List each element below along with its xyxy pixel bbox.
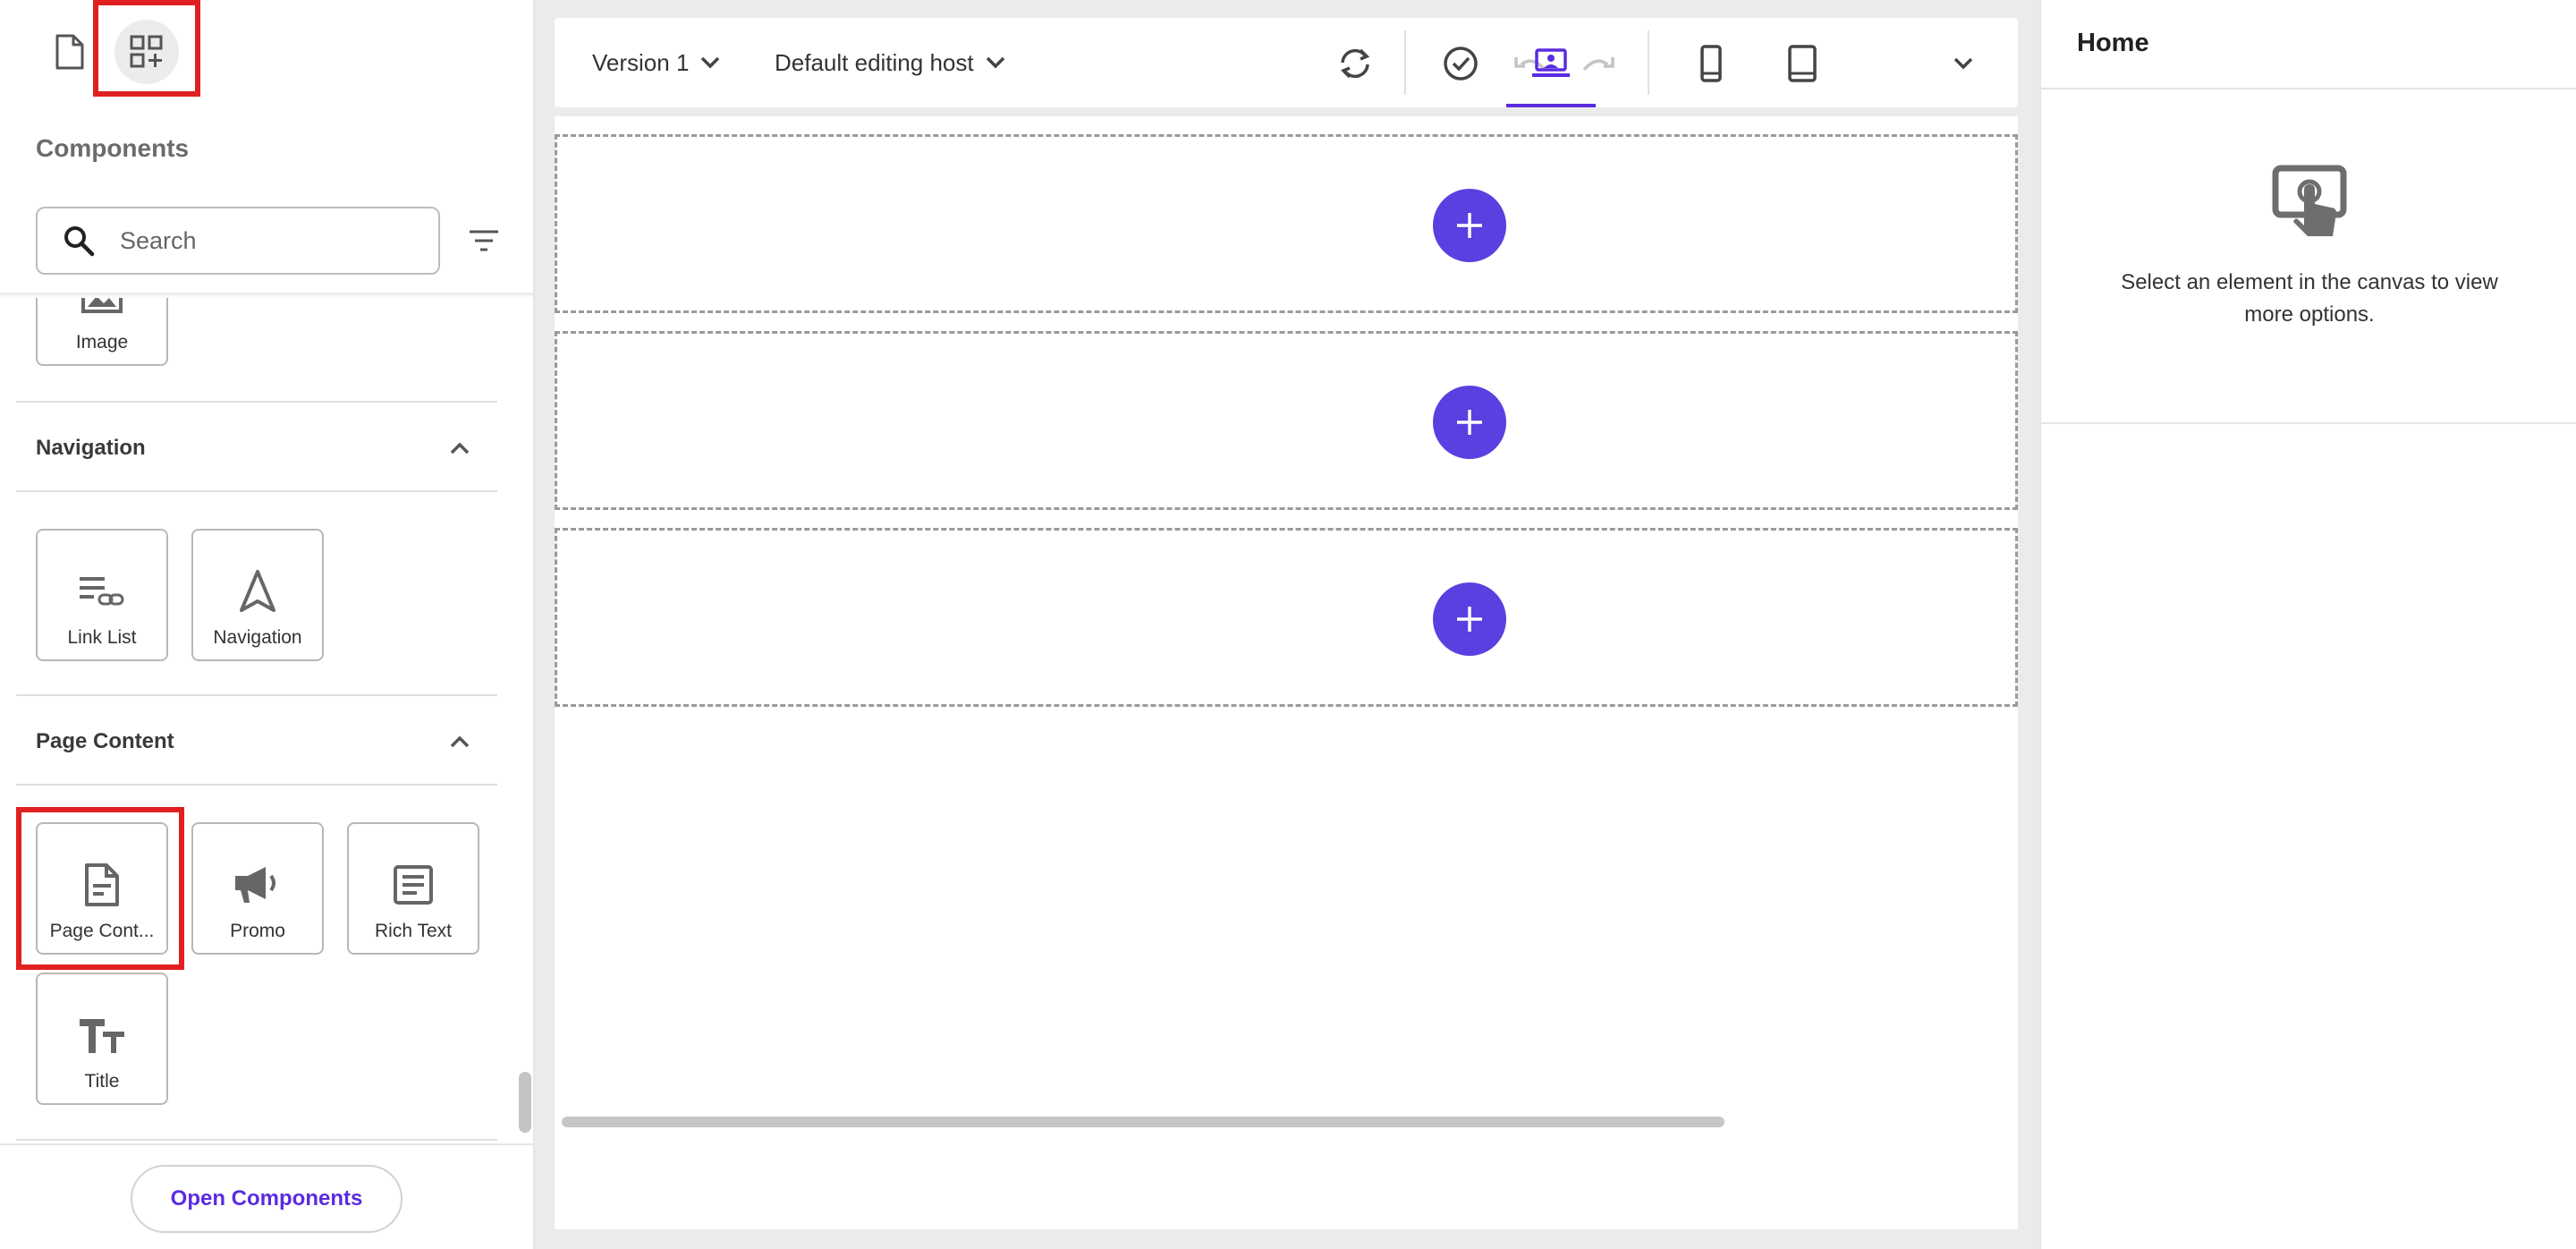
properties-panel: Home Select an element in the canvas to …: [2039, 0, 2576, 1249]
tile-label: Link List: [67, 627, 137, 648]
title-text-icon: [78, 1008, 126, 1062]
component-tile-title[interactable]: Title: [36, 973, 168, 1105]
panel-divider: [2041, 422, 2576, 424]
chevron-up-icon: [450, 442, 470, 455]
editor-toolbar: Version 1 Default editing host: [555, 18, 2018, 107]
filter-icon: [470, 230, 498, 251]
laptop-icon: [1532, 48, 1570, 77]
toolbar-separator: [1404, 30, 1406, 95]
refresh-button[interactable]: [1333, 41, 1377, 86]
editor-area: Version 1 Default editing host: [535, 0, 2039, 1249]
component-list: Image Navigation Link List Navigation Pa…: [0, 298, 533, 1143]
open-components-button[interactable]: Open Components: [131, 1165, 402, 1233]
plus-icon: [1457, 213, 1482, 238]
page-icon: [55, 34, 84, 70]
image-icon: [80, 298, 123, 323]
redo-icon: [1582, 57, 1614, 72]
component-search[interactable]: [36, 207, 440, 275]
component-tile-link-list[interactable]: Link List: [36, 529, 168, 661]
chevron-up-icon: [450, 735, 470, 748]
component-tile-image[interactable]: Image: [36, 298, 168, 366]
device-desktop-button[interactable]: [1529, 41, 1573, 86]
document-icon: [84, 858, 120, 912]
component-tile-promo[interactable]: Promo: [191, 822, 324, 955]
navigation-arrow-icon: [238, 565, 277, 618]
touch-select-icon: [2272, 165, 2347, 236]
tile-label: Image: [75, 332, 129, 353]
category-navigation-heading[interactable]: Navigation: [36, 436, 146, 461]
device-mobile-button[interactable]: [1689, 41, 1733, 86]
component-tile-rich-text[interactable]: Rich Text: [347, 822, 479, 955]
sync-icon: [1340, 48, 1370, 79]
add-component-button[interactable]: [1433, 189, 1506, 262]
canvas-horizontal-scrollbar[interactable]: [562, 1117, 1724, 1127]
editing-host-label: Default editing host: [775, 48, 974, 76]
tile-label: Promo: [230, 921, 285, 941]
plus-icon: [1457, 410, 1482, 435]
plus-icon: [1457, 607, 1482, 632]
panel-divider: [2041, 88, 2576, 89]
toolbar-separator: [1648, 30, 1649, 95]
add-component-button[interactable]: [1433, 386, 1506, 459]
collapse-page-content-button[interactable]: [444, 726, 476, 758]
sidebar-footer: Open Components: [0, 1143, 533, 1249]
tile-label: Page Cont...: [49, 921, 155, 941]
version-dropdown[interactable]: Version 1: [592, 18, 721, 107]
components-heading: Components: [36, 134, 190, 162]
placeholder-zone[interactable]: [555, 331, 2018, 510]
empty-state-message: Select an element in the canvas to view …: [2121, 270, 2498, 327]
page-canvas: [555, 116, 2018, 1229]
chevron-down-icon: [986, 56, 1004, 69]
rich-text-icon: [393, 858, 434, 912]
collapse-navigation-button[interactable]: [444, 432, 476, 464]
add-component-button[interactable]: [1433, 582, 1506, 656]
category-divider: [16, 1139, 497, 1141]
add-component-grid-icon: [130, 35, 163, 68]
sidebar-scrollbar[interactable]: [519, 1072, 531, 1133]
panel-title: Home: [2077, 29, 2149, 57]
editing-host-dropdown[interactable]: Default editing host: [775, 18, 1006, 107]
device-tablet-button[interactable]: [1780, 41, 1825, 86]
tile-label: Title: [84, 1071, 120, 1092]
component-tile-page-content[interactable]: Page Cont...: [36, 822, 168, 955]
placeholder-zone[interactable]: [555, 134, 2018, 313]
components-sidebar: Components Image Navigati: [0, 0, 535, 1249]
placeholder-zone[interactable]: [555, 528, 2018, 707]
category-divider: [16, 694, 497, 696]
tile-label: Rich Text: [375, 921, 452, 941]
category-divider: [16, 490, 497, 492]
tile-label: Navigation: [213, 627, 302, 648]
category-page-content-heading[interactable]: Page Content: [36, 729, 174, 754]
category-divider: [16, 401, 497, 403]
category-divider: [16, 784, 497, 786]
filter-button[interactable]: [463, 220, 504, 261]
search-icon: [38, 225, 120, 257]
megaphone-icon: [233, 858, 282, 912]
version-label: Version 1: [592, 48, 690, 76]
check-circle-icon: [1444, 47, 1478, 81]
tablet-icon: [1788, 45, 1817, 82]
more-devices-button[interactable]: [1941, 41, 1986, 86]
chevron-down-icon: [1953, 57, 1973, 70]
sidebar-mode-switcher: [0, 0, 535, 98]
chevron-down-icon: [701, 56, 720, 69]
link-list-icon: [78, 565, 126, 618]
components-button[interactable]: [114, 20, 179, 84]
search-input[interactable]: [120, 226, 415, 255]
mobile-phone-icon: [1700, 45, 1722, 82]
publish-check-button[interactable]: [1438, 41, 1483, 86]
selected-device-indicator: [1506, 104, 1596, 107]
page-tree-button[interactable]: [38, 20, 102, 84]
component-tile-navigation[interactable]: Navigation: [191, 529, 324, 661]
redo-button[interactable]: [1576, 41, 1621, 86]
